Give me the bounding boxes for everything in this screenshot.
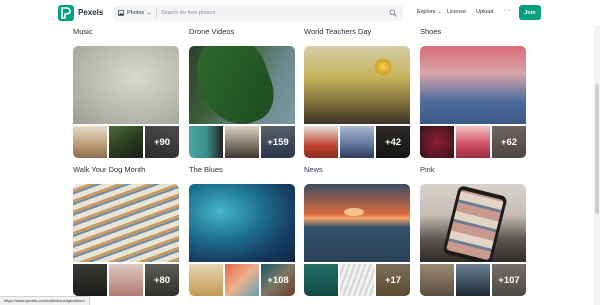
collection-thumbnail[interactable] bbox=[73, 264, 107, 296]
collection-thumbnail[interactable]: +80 bbox=[145, 264, 179, 296]
image-icon bbox=[118, 10, 124, 16]
flower-shape bbox=[374, 58, 392, 76]
nav-license[interactable]: License bbox=[447, 9, 466, 15]
collection-count: +107 bbox=[492, 264, 526, 296]
collection-thumbnail[interactable] bbox=[109, 126, 143, 158]
collection-thumbnail[interactable] bbox=[340, 126, 374, 158]
search-type-label: Photos bbox=[127, 10, 145, 16]
collection-thumbnail[interactable]: +107 bbox=[492, 264, 526, 296]
collection-thumbnail[interactable]: +17 bbox=[376, 264, 410, 296]
phone-shape bbox=[442, 184, 508, 262]
nav-explore-label: Explore bbox=[417, 9, 436, 15]
search-icon[interactable] bbox=[389, 9, 397, 17]
scrollbar-thumb[interactable] bbox=[595, 84, 599, 214]
status-bar-url: https://www.pexels.com/collections/fgbxd… bbox=[0, 296, 90, 305]
search-bar: Photos ⌄ bbox=[113, 5, 403, 21]
sunset-glow-shape bbox=[344, 208, 364, 216]
collection-cover-image[interactable] bbox=[304, 184, 410, 262]
collection-count: +90 bbox=[145, 126, 179, 158]
collection-thumbnail[interactable] bbox=[225, 264, 259, 296]
collection-title[interactable]: Pink bbox=[420, 165, 435, 174]
collection-count: +62 bbox=[492, 126, 526, 158]
collection-count: +159 bbox=[261, 126, 295, 158]
collection-thumbnail[interactable] bbox=[225, 126, 259, 158]
collection-thumbnail[interactable] bbox=[189, 126, 223, 158]
chevron-down-icon: ⌄ bbox=[437, 9, 442, 15]
collection-cover-image[interactable] bbox=[73, 184, 179, 262]
leaf-shape bbox=[189, 46, 283, 124]
pexels-logo-icon[interactable] bbox=[58, 5, 74, 21]
top-header: Pexels Photos ⌄ Explore ⌄ License Upload… bbox=[0, 0, 600, 25]
collection-cover-image[interactable] bbox=[189, 184, 295, 262]
collection-cover-image[interactable] bbox=[73, 46, 179, 124]
collection-title[interactable]: News bbox=[304, 165, 323, 174]
collection-title[interactable]: Shoes bbox=[420, 27, 441, 36]
collection-thumbnail[interactable] bbox=[456, 264, 490, 296]
search-divider bbox=[156, 8, 157, 18]
collection-thumbnail[interactable]: +62 bbox=[492, 126, 526, 158]
collection-thumbnail[interactable]: +42 bbox=[376, 126, 410, 158]
collection-count: +108 bbox=[261, 264, 295, 296]
collection-count: +42 bbox=[376, 126, 410, 158]
collection-thumbnail[interactable] bbox=[304, 264, 338, 296]
collection-title[interactable]: Music bbox=[73, 27, 93, 36]
nav-explore[interactable]: Explore ⌄ bbox=[417, 9, 442, 15]
collection-cover-image[interactable] bbox=[420, 184, 526, 262]
collection-count: +17 bbox=[376, 264, 410, 296]
logo-text[interactable]: Pexels bbox=[78, 8, 103, 17]
collection-thumbnail[interactable] bbox=[189, 264, 223, 296]
collection-thumbnail[interactable] bbox=[109, 264, 143, 296]
collection-thumbnail[interactable] bbox=[456, 126, 490, 158]
collection-title[interactable]: The Blues bbox=[189, 165, 223, 174]
collection-thumbnail[interactable] bbox=[420, 126, 454, 158]
collection-thumbnail[interactable] bbox=[340, 264, 374, 296]
collection-count: +80 bbox=[145, 264, 179, 296]
collection-thumbnail[interactable]: +90 bbox=[145, 126, 179, 158]
collection-cover-image[interactable] bbox=[420, 46, 526, 124]
join-button[interactable]: Join bbox=[519, 5, 541, 20]
collection-cover-image[interactable] bbox=[189, 46, 295, 124]
collection-thumbnail[interactable] bbox=[304, 126, 338, 158]
collection-thumbnail[interactable] bbox=[420, 264, 454, 296]
page-scrollbar[interactable] bbox=[594, 0, 600, 305]
search-input[interactable] bbox=[161, 6, 381, 20]
collection-title[interactable]: World Teachers Day bbox=[304, 27, 371, 36]
collection-title[interactable]: Drone Videos bbox=[189, 27, 234, 36]
nav-upload[interactable]: Upload bbox=[476, 9, 493, 15]
chevron-down-icon: ⌄ bbox=[147, 10, 152, 16]
search-type-dropdown[interactable]: Photos ⌄ bbox=[118, 5, 151, 21]
phone-screen-shape bbox=[446, 189, 504, 261]
collection-cover-image[interactable] bbox=[304, 46, 410, 124]
collection-thumbnail[interactable]: +108 bbox=[261, 264, 295, 296]
collection-thumbnail[interactable]: +159 bbox=[261, 126, 295, 158]
collection-thumbnail[interactable] bbox=[73, 126, 107, 158]
collection-title[interactable]: Walk Your Dog Month bbox=[73, 165, 145, 174]
more-options-icon[interactable]: ··· bbox=[503, 7, 512, 14]
